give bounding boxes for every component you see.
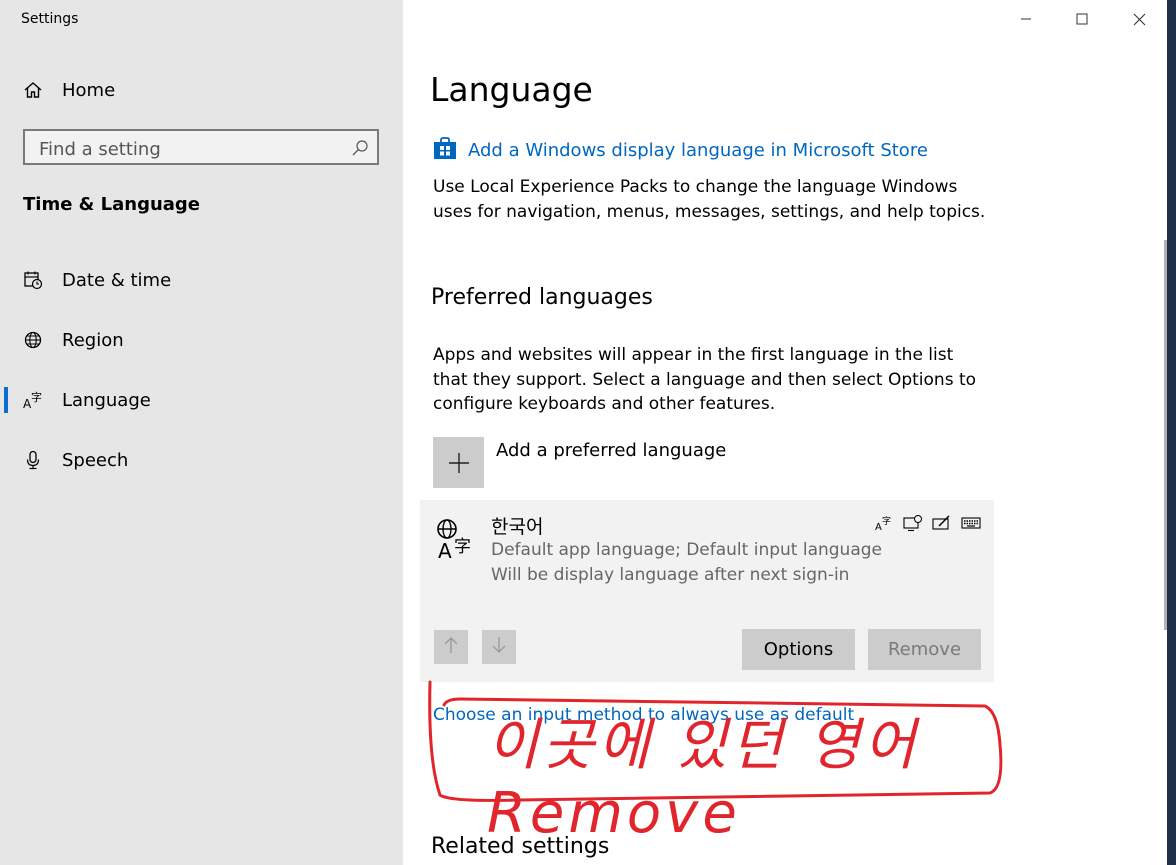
speech-icon bbox=[902, 514, 924, 532]
add-language-button[interactable]: Add a preferred language bbox=[433, 437, 726, 488]
sidebar-item-label: Speech bbox=[62, 449, 129, 471]
store-link-label: Add a Windows display language in Micros… bbox=[468, 139, 928, 161]
search-input[interactable] bbox=[37, 135, 341, 163]
app-title: Settings bbox=[21, 11, 79, 27]
svg-text:字: 字 bbox=[454, 537, 471, 557]
calendar-clock-icon bbox=[22, 269, 44, 291]
svg-text:字: 字 bbox=[882, 515, 891, 527]
sidebar: Settings Home Time & Language Date & tim… bbox=[0, 0, 403, 865]
active-indicator bbox=[4, 387, 8, 413]
language-name: 한국어 bbox=[491, 516, 544, 538]
sidebar-item-speech[interactable]: Speech bbox=[0, 438, 403, 482]
sidebar-item-label: Language bbox=[62, 389, 151, 411]
arrow-down-icon bbox=[491, 636, 507, 658]
store-description: Use Local Experience Packs to change the… bbox=[433, 177, 986, 222]
plus-icon bbox=[433, 437, 484, 488]
svg-text:字: 字 bbox=[31, 390, 42, 404]
sidebar-item-date-time[interactable]: Date & time bbox=[0, 258, 403, 302]
preferred-description: Apps and websites will appear in the fir… bbox=[433, 345, 977, 414]
globe-icon bbox=[22, 329, 44, 351]
nav-home[interactable]: Home bbox=[0, 68, 403, 112]
maximize-button[interactable] bbox=[1071, 8, 1093, 30]
language-status-line2: Will be display language after next sign… bbox=[491, 565, 850, 585]
remove-button[interactable]: Remove bbox=[868, 629, 981, 670]
store-link[interactable]: Add a Windows display language in Micros… bbox=[433, 136, 928, 164]
display-language-icon: A字 bbox=[873, 514, 895, 532]
sidebar-item-label: Date & time bbox=[62, 269, 172, 291]
arrow-up-icon bbox=[443, 636, 459, 658]
search-icon[interactable] bbox=[351, 139, 369, 157]
keyboard-icon bbox=[960, 514, 982, 532]
settings-window: Settings Home Time & Language Date & tim… bbox=[0, 0, 1167, 865]
minimize-button[interactable] bbox=[1015, 8, 1037, 30]
search-input-box[interactable] bbox=[23, 129, 379, 165]
sidebar-item-region[interactable]: Region bbox=[0, 318, 403, 362]
move-up-button[interactable] bbox=[434, 630, 468, 664]
section-heading: Time & Language bbox=[23, 194, 201, 215]
input-method-link[interactable]: Choose an input method to always use as … bbox=[433, 705, 854, 725]
move-down-button[interactable] bbox=[482, 630, 516, 664]
language-pack-icon: A 字 bbox=[436, 518, 476, 563]
background-desktop bbox=[1167, 0, 1176, 865]
feature-icons: A字 bbox=[873, 514, 982, 532]
sidebar-item-language[interactable]: A字 Language bbox=[0, 378, 403, 422]
add-language-label: Add a preferred language bbox=[496, 440, 727, 461]
microphone-icon bbox=[22, 449, 44, 471]
handwriting-icon bbox=[931, 514, 953, 532]
nav-home-label: Home bbox=[62, 79, 116, 101]
preferred-languages-heading: Preferred languages bbox=[431, 285, 653, 310]
sidebar-item-label: Region bbox=[62, 329, 124, 351]
language-card[interactable]: A 字 한국어 Default app language; Default in… bbox=[420, 500, 994, 682]
svg-text:A: A bbox=[875, 522, 882, 532]
close-button[interactable] bbox=[1128, 8, 1150, 30]
options-button[interactable]: Options bbox=[742, 629, 855, 670]
language-status-line1: Default app language; Default input lang… bbox=[491, 540, 882, 560]
related-settings-heading: Related settings bbox=[431, 834, 610, 859]
store-bag-icon bbox=[433, 136, 457, 164]
home-icon bbox=[22, 79, 44, 101]
language-icon: A字 bbox=[22, 389, 44, 411]
main-content: Language Add a Windows display language … bbox=[403, 0, 1167, 865]
page-title: Language bbox=[430, 70, 593, 109]
svg-text:A: A bbox=[438, 539, 452, 560]
